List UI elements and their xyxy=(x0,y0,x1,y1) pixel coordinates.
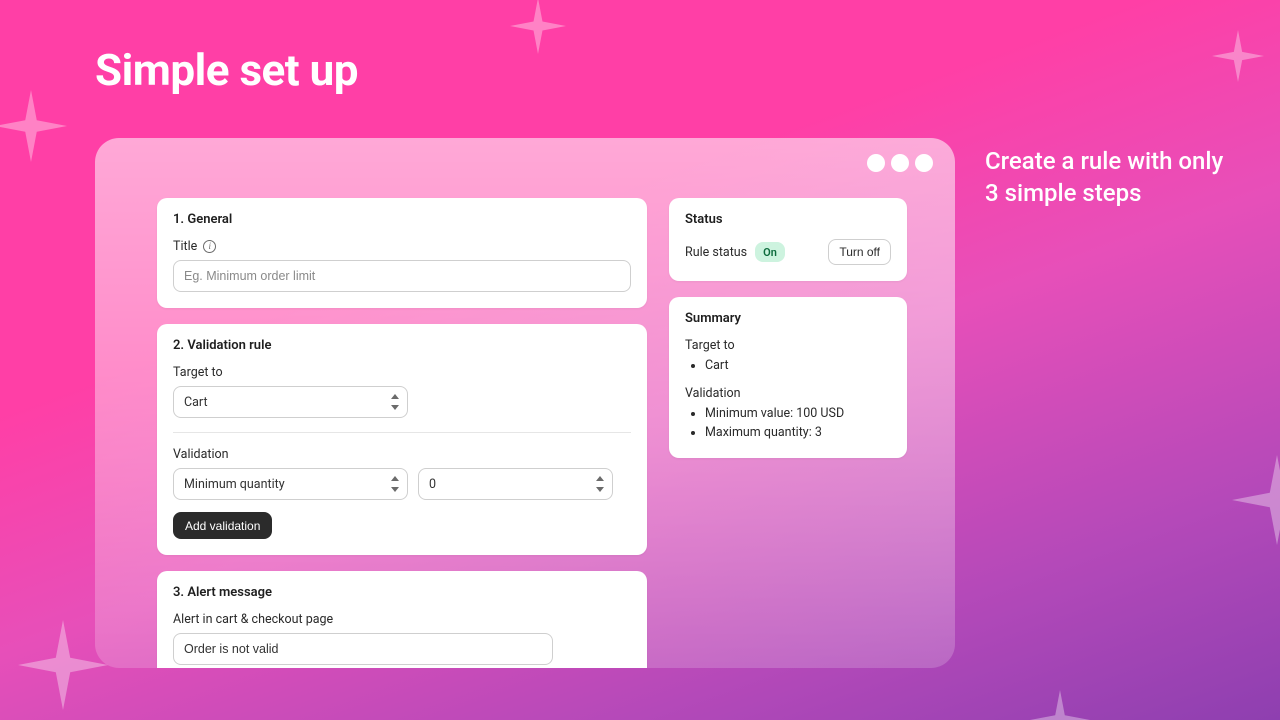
card-alert-heading: 3. Alert message xyxy=(173,585,631,600)
info-icon[interactable] xyxy=(203,240,216,253)
target-select[interactable]: Cart xyxy=(173,386,408,418)
card-summary: Summary Target to Cart Validation Minimu… xyxy=(669,297,907,458)
summary-validation-list: Minimum value: 100 USD Maximum quantity:… xyxy=(685,405,891,443)
stepper-icon xyxy=(389,475,401,493)
validation-label: Validation xyxy=(173,447,631,462)
window-dots-icon xyxy=(867,154,933,172)
card-status: Status Rule status On Turn off xyxy=(669,198,907,281)
validation-number-select[interactable]: 0 xyxy=(418,468,613,500)
alert-label: Alert in cart & checkout page xyxy=(173,612,631,627)
title-input[interactable] xyxy=(173,260,631,292)
stepper-icon xyxy=(594,475,606,493)
summary-validation-label: Validation xyxy=(685,386,891,401)
card-alert: 3. Alert message Alert in cart & checkou… xyxy=(157,571,647,668)
validation-number-value: 0 xyxy=(429,477,436,492)
card-status-heading: Status xyxy=(685,212,891,227)
turn-off-button[interactable]: Turn off xyxy=(828,239,891,265)
card-validation-heading: 2. Validation rule xyxy=(173,338,631,353)
target-select-value: Cart xyxy=(184,395,208,410)
list-item: Minimum value: 100 USD xyxy=(705,405,891,424)
card-general: 1. General Title xyxy=(157,198,647,308)
card-general-heading: 1. General xyxy=(173,212,631,227)
list-item: Cart xyxy=(705,357,891,376)
validation-type-value: Minimum quantity xyxy=(184,477,285,492)
title-field-label: Title xyxy=(173,239,631,254)
stepper-icon xyxy=(389,393,401,411)
summary-target-list: Cart xyxy=(685,357,891,376)
rule-status-label: Rule status xyxy=(685,245,747,260)
preview-window: 1. General Title 2. Validation rule Targ… xyxy=(95,138,955,668)
add-validation-button[interactable]: Add validation xyxy=(173,512,272,539)
card-summary-heading: Summary xyxy=(685,311,891,326)
validation-type-select[interactable]: Minimum quantity xyxy=(173,468,408,500)
status-badge: On xyxy=(755,242,785,262)
card-validation: 2. Validation rule Target to Cart Valida… xyxy=(157,324,647,555)
summary-target-label: Target to xyxy=(685,338,891,353)
page-title: Simple set up xyxy=(95,44,358,96)
target-label: Target to xyxy=(173,365,631,380)
alert-input[interactable] xyxy=(173,633,553,665)
list-item: Maximum quantity: 3 xyxy=(705,424,891,443)
caption-text: Create a rule with only 3 simple steps xyxy=(985,145,1235,210)
divider xyxy=(173,432,631,433)
